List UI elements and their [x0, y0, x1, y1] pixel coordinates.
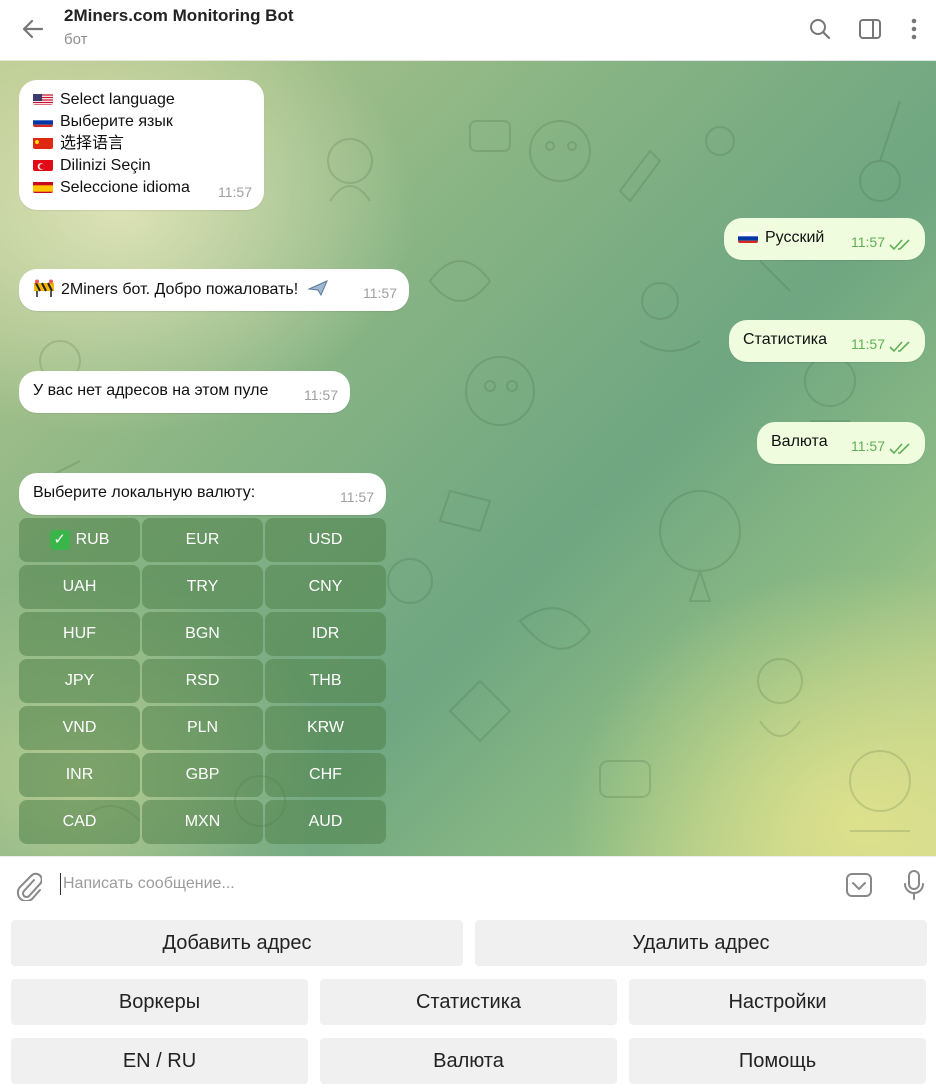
currency-button-idr[interactable]: IDR	[265, 612, 386, 656]
us-flag-icon	[33, 92, 53, 105]
currency-button-rub[interactable]: ✓ RUB	[19, 518, 140, 562]
currency-button-uah[interactable]: UAH	[19, 565, 140, 609]
cn-flag-icon	[33, 136, 53, 149]
help-button[interactable]: Помощь	[629, 1038, 926, 1084]
search-icon[interactable]	[806, 15, 834, 43]
message-input-bar: Написать сообщение...	[0, 856, 936, 914]
choose-currency-message: Выберите локальную валюту: 11:57	[19, 473, 386, 515]
currency-button-eur[interactable]: EUR	[142, 518, 263, 562]
currency-button-cny[interactable]: CNY	[265, 565, 386, 609]
sidebar-toggle-icon[interactable]	[856, 15, 884, 43]
read-checkmarks-icon	[889, 443, 910, 455]
paperclip-icon[interactable]	[14, 871, 42, 901]
currency-button-vnd[interactable]: VND	[19, 706, 140, 750]
message-input[interactable]: Написать сообщение...	[63, 875, 235, 893]
currency-button-bgn[interactable]: BGN	[142, 612, 263, 656]
currency-button-try[interactable]: TRY	[142, 565, 263, 609]
outgoing-message-currency: Валюта 11:57	[757, 422, 925, 464]
message-time: 11:57	[340, 489, 374, 505]
currency-button-usd[interactable]: USD	[265, 518, 386, 562]
currency-button-huf[interactable]: HUF	[19, 612, 140, 656]
currency-button-krw[interactable]: KRW	[265, 706, 386, 750]
bot-keyboard-toggle-icon[interactable]	[845, 871, 873, 899]
microphone-icon[interactable]	[902, 869, 926, 901]
outgoing-message-russian: Русский 11:57	[724, 218, 925, 260]
currency-button-mxn[interactable]: MXN	[142, 800, 263, 844]
chat-title[interactable]: 2Miners.com Monitoring Bot	[64, 6, 294, 26]
lang-line-cn: 选择语言	[33, 133, 250, 155]
outgoing-message-statistics: Статистика 11:57	[729, 320, 925, 362]
message-time: 11:57	[851, 336, 885, 352]
text-caret	[60, 873, 61, 895]
ru-flag-icon	[33, 114, 53, 127]
more-menu-icon[interactable]	[900, 15, 928, 43]
back-arrow-icon[interactable]	[18, 14, 48, 44]
es-flag-icon	[33, 180, 53, 193]
currency-button-thb[interactable]: THB	[265, 659, 386, 703]
no-addresses-message: У вас нет адресов на этом пуле 11:57	[19, 371, 350, 413]
barrier-icon	[33, 279, 55, 297]
checkmark-icon: ✓	[49, 530, 70, 550]
delete-address-button[interactable]: Удалить адрес	[475, 920, 927, 966]
lang-line-ru: Выберите язык	[33, 111, 250, 133]
currency-button-jpy[interactable]: JPY	[19, 659, 140, 703]
language-toggle-button[interactable]: EN / RU	[11, 1038, 308, 1084]
welcome-message: 2Miners бот. Добро пожаловать! 11:57	[19, 269, 409, 311]
message-time: 11:57	[218, 184, 252, 200]
settings-button[interactable]: Настройки	[629, 979, 926, 1025]
currency-button[interactable]: Валюта	[320, 1038, 617, 1084]
chat-subtitle: бот	[64, 31, 88, 48]
currency-button-chf[interactable]: CHF	[265, 753, 386, 797]
message-time: 11:57	[363, 285, 397, 301]
chat-header: 2Miners.com Monitoring Bot бот	[0, 0, 936, 61]
message-time: 11:57	[851, 234, 885, 250]
workers-button[interactable]: Воркеры	[11, 979, 308, 1025]
lang-line-en: Select language	[33, 89, 250, 111]
tr-flag-icon	[33, 158, 53, 171]
chat-area[interactable]: Select language Выберите язык 选择语言 Dilin…	[0, 61, 936, 856]
message-time: 11:57	[851, 438, 885, 454]
currency-button-aud[interactable]: AUD	[265, 800, 386, 844]
ru-flag-icon	[738, 230, 758, 243]
currency-button-inr[interactable]: INR	[19, 753, 140, 797]
add-address-button[interactable]: Добавить адрес	[11, 920, 463, 966]
language-select-message: Select language Выберите язык 选择语言 Dilin…	[19, 80, 264, 210]
currency-button-cad[interactable]: CAD	[19, 800, 140, 844]
airplane-icon	[306, 278, 329, 298]
statistics-button[interactable]: Статистика	[320, 979, 617, 1025]
message-time: 11:57	[304, 387, 338, 403]
read-checkmarks-icon	[889, 341, 910, 353]
currency-button-rsd[interactable]: RSD	[142, 659, 263, 703]
currency-button-gbp[interactable]: GBP	[142, 753, 263, 797]
currency-button-pln[interactable]: PLN	[142, 706, 263, 750]
lang-line-tr: Dilinizi Seçin	[33, 155, 250, 177]
read-checkmarks-icon	[889, 239, 910, 251]
